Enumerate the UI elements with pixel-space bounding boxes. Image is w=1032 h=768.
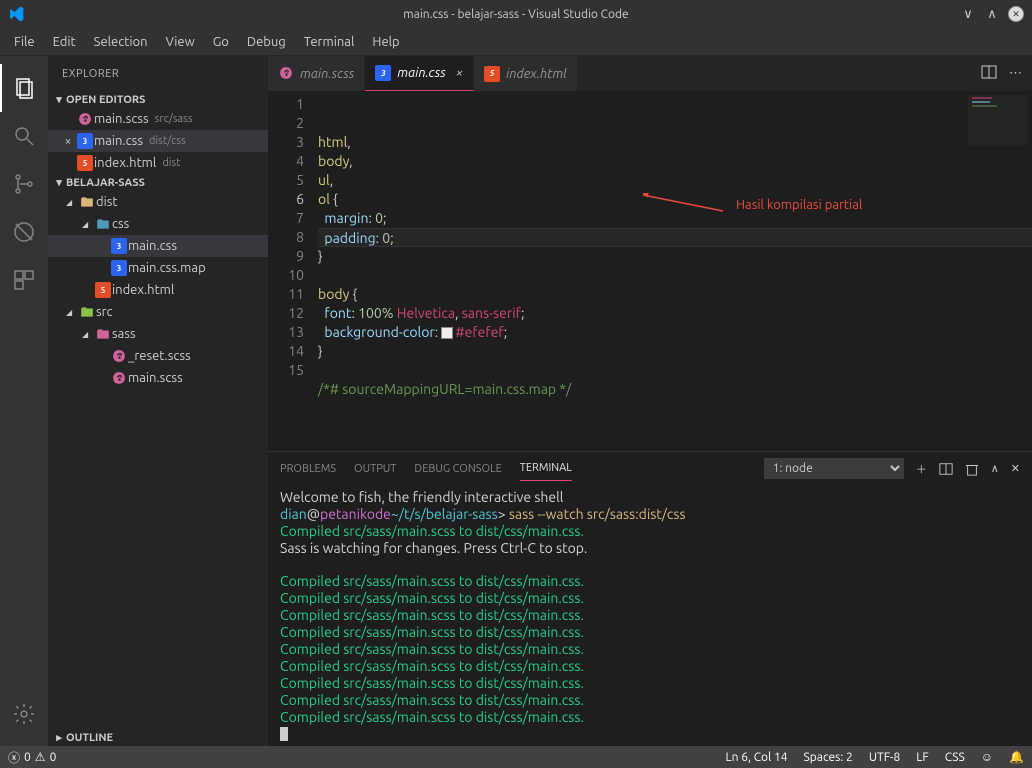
- editor-area: main.scss3main.css×5index.html ⋯ 1234567…: [268, 56, 1032, 746]
- status-spaces[interactable]: Spaces: 2: [796, 750, 861, 764]
- sass-file-icon: [110, 348, 128, 364]
- tree-item[interactable]: _reset.scss: [48, 345, 268, 367]
- chevron-down-icon: ◢: [82, 220, 94, 229]
- more-actions-icon[interactable]: ⋯: [1009, 66, 1022, 81]
- chevron-down-icon: ◢: [82, 330, 94, 339]
- tree-item[interactable]: ◢ src: [48, 301, 268, 323]
- window-close-icon[interactable]: ✕: [1008, 6, 1024, 22]
- tree-item[interactable]: ◢ sass: [48, 323, 268, 345]
- panel-tab-output[interactable]: OUTPUT: [354, 457, 396, 481]
- section-open-editors[interactable]: ▾OPEN EDITORS: [48, 91, 268, 108]
- status-encoding[interactable]: UTF-8: [861, 750, 908, 764]
- vscode-icon: [8, 6, 24, 22]
- terminal-selector[interactable]: 1: node: [764, 458, 904, 479]
- window-maximize-icon[interactable]: ∧: [984, 6, 1000, 22]
- menu-terminal[interactable]: Terminal: [296, 31, 363, 53]
- css-file-icon: 3: [375, 65, 391, 82]
- status-feedback-icon[interactable]: ☺: [973, 750, 1001, 764]
- activity-explorer[interactable]: [0, 64, 48, 112]
- menu-selection[interactable]: Selection: [86, 31, 156, 53]
- maximize-panel-icon[interactable]: ∧: [991, 462, 999, 475]
- menu-help[interactable]: Help: [364, 31, 407, 53]
- activity-settings[interactable]: [0, 690, 48, 738]
- close-icon[interactable]: ×: [456, 66, 463, 80]
- activity-debug[interactable]: [0, 208, 48, 256]
- status-lncol[interactable]: Ln 6, Col 14: [718, 750, 796, 764]
- activity-scm[interactable]: [0, 160, 48, 208]
- tree-item[interactable]: 3 main.css: [48, 235, 268, 257]
- editor-tab[interactable]: 5index.html: [474, 56, 578, 91]
- menu-view[interactable]: View: [158, 31, 203, 53]
- tree-item[interactable]: 3 main.css.map: [48, 257, 268, 279]
- menu-edit[interactable]: Edit: [45, 31, 84, 53]
- kill-terminal-icon[interactable]: [965, 462, 979, 476]
- menu-go[interactable]: Go: [205, 31, 237, 53]
- tree-item[interactable]: 5 index.html: [48, 279, 268, 301]
- activity-extensions[interactable]: [0, 256, 48, 304]
- status-eol[interactable]: LF: [908, 750, 936, 764]
- section-outline[interactable]: ▸OUTLINE: [48, 729, 268, 746]
- terminal[interactable]: Welcome to fish, the friendly interactiv…: [268, 485, 1032, 746]
- tree-item[interactable]: main.scss: [48, 367, 268, 389]
- window-title: main.css - belajar-sass - Visual Studio …: [403, 8, 628, 21]
- panel-tab-terminal[interactable]: TERMINAL: [520, 456, 572, 481]
- tree-item[interactable]: ◢ css: [48, 213, 268, 235]
- editor-tab[interactable]: 3main.css×: [365, 56, 474, 91]
- sidebar-title: EXPLORER: [48, 56, 268, 91]
- open-editor-item[interactable]: ×3main.cssdist/css: [48, 130, 268, 152]
- open-editor-item[interactable]: 5index.htmldist: [48, 152, 268, 174]
- code-editor[interactable]: 123456789101112131415 html,body,ul,ol { …: [268, 91, 1032, 451]
- close-panel-icon[interactable]: ✕: [1011, 462, 1020, 475]
- css-file-icon: 3: [110, 260, 128, 276]
- html-file-icon: 5: [76, 155, 94, 171]
- minimap[interactable]: [968, 95, 1028, 145]
- panel-tab-problems[interactable]: PROBLEMS: [280, 457, 336, 481]
- open-editor-item[interactable]: main.scsssrc/sass: [48, 108, 268, 130]
- editor-tab[interactable]: main.scss: [268, 56, 365, 91]
- activity-search[interactable]: [0, 112, 48, 160]
- chevron-down-icon: ◢: [66, 308, 78, 317]
- chevron-down-icon: ◢: [66, 198, 78, 207]
- html-file-icon: 5: [484, 65, 500, 82]
- new-terminal-icon[interactable]: ＋: [916, 461, 927, 477]
- html-file-icon: 5: [94, 282, 112, 298]
- sass-file-icon: [278, 65, 294, 83]
- section-project[interactable]: ▾BELAJAR-SASS: [48, 174, 268, 191]
- status-bell-icon[interactable]: 🔔: [1001, 750, 1032, 764]
- tree-item[interactable]: ◢ dist: [48, 191, 268, 213]
- status-errors[interactable]: ⓧ0⚠0: [0, 749, 64, 766]
- split-editor-icon[interactable]: [981, 64, 997, 83]
- panel: PROBLEMS OUTPUT DEBUG CONSOLE TERMINAL 1…: [268, 451, 1032, 746]
- close-icon[interactable]: ×: [60, 135, 76, 148]
- css-file-icon: 3: [76, 133, 94, 149]
- activity-bar: [0, 56, 48, 746]
- menu-file[interactable]: File: [6, 31, 43, 53]
- menubar: FileEditSelectionViewGoDebugTerminalHelp: [0, 28, 1032, 56]
- split-terminal-icon[interactable]: [939, 462, 953, 476]
- menu-debug[interactable]: Debug: [239, 31, 294, 53]
- titlebar: main.css - belajar-sass - Visual Studio …: [0, 0, 1032, 28]
- status-lang[interactable]: CSS: [937, 750, 973, 764]
- css-file-icon: 3: [110, 238, 128, 254]
- editor-tabs: main.scss3main.css×5index.html ⋯: [268, 56, 1032, 91]
- statusbar: ⓧ0⚠0 Ln 6, Col 14 Spaces: 2 UTF-8 LF CSS…: [0, 746, 1032, 768]
- window-minimize-icon[interactable]: ∨: [960, 6, 976, 22]
- panel-tab-debug[interactable]: DEBUG CONSOLE: [414, 457, 501, 481]
- sass-file-icon: [76, 111, 94, 127]
- sidebar: EXPLORER ▾OPEN EDITORS main.scsssrc/sass…: [48, 56, 268, 746]
- sass-file-icon: [110, 370, 128, 386]
